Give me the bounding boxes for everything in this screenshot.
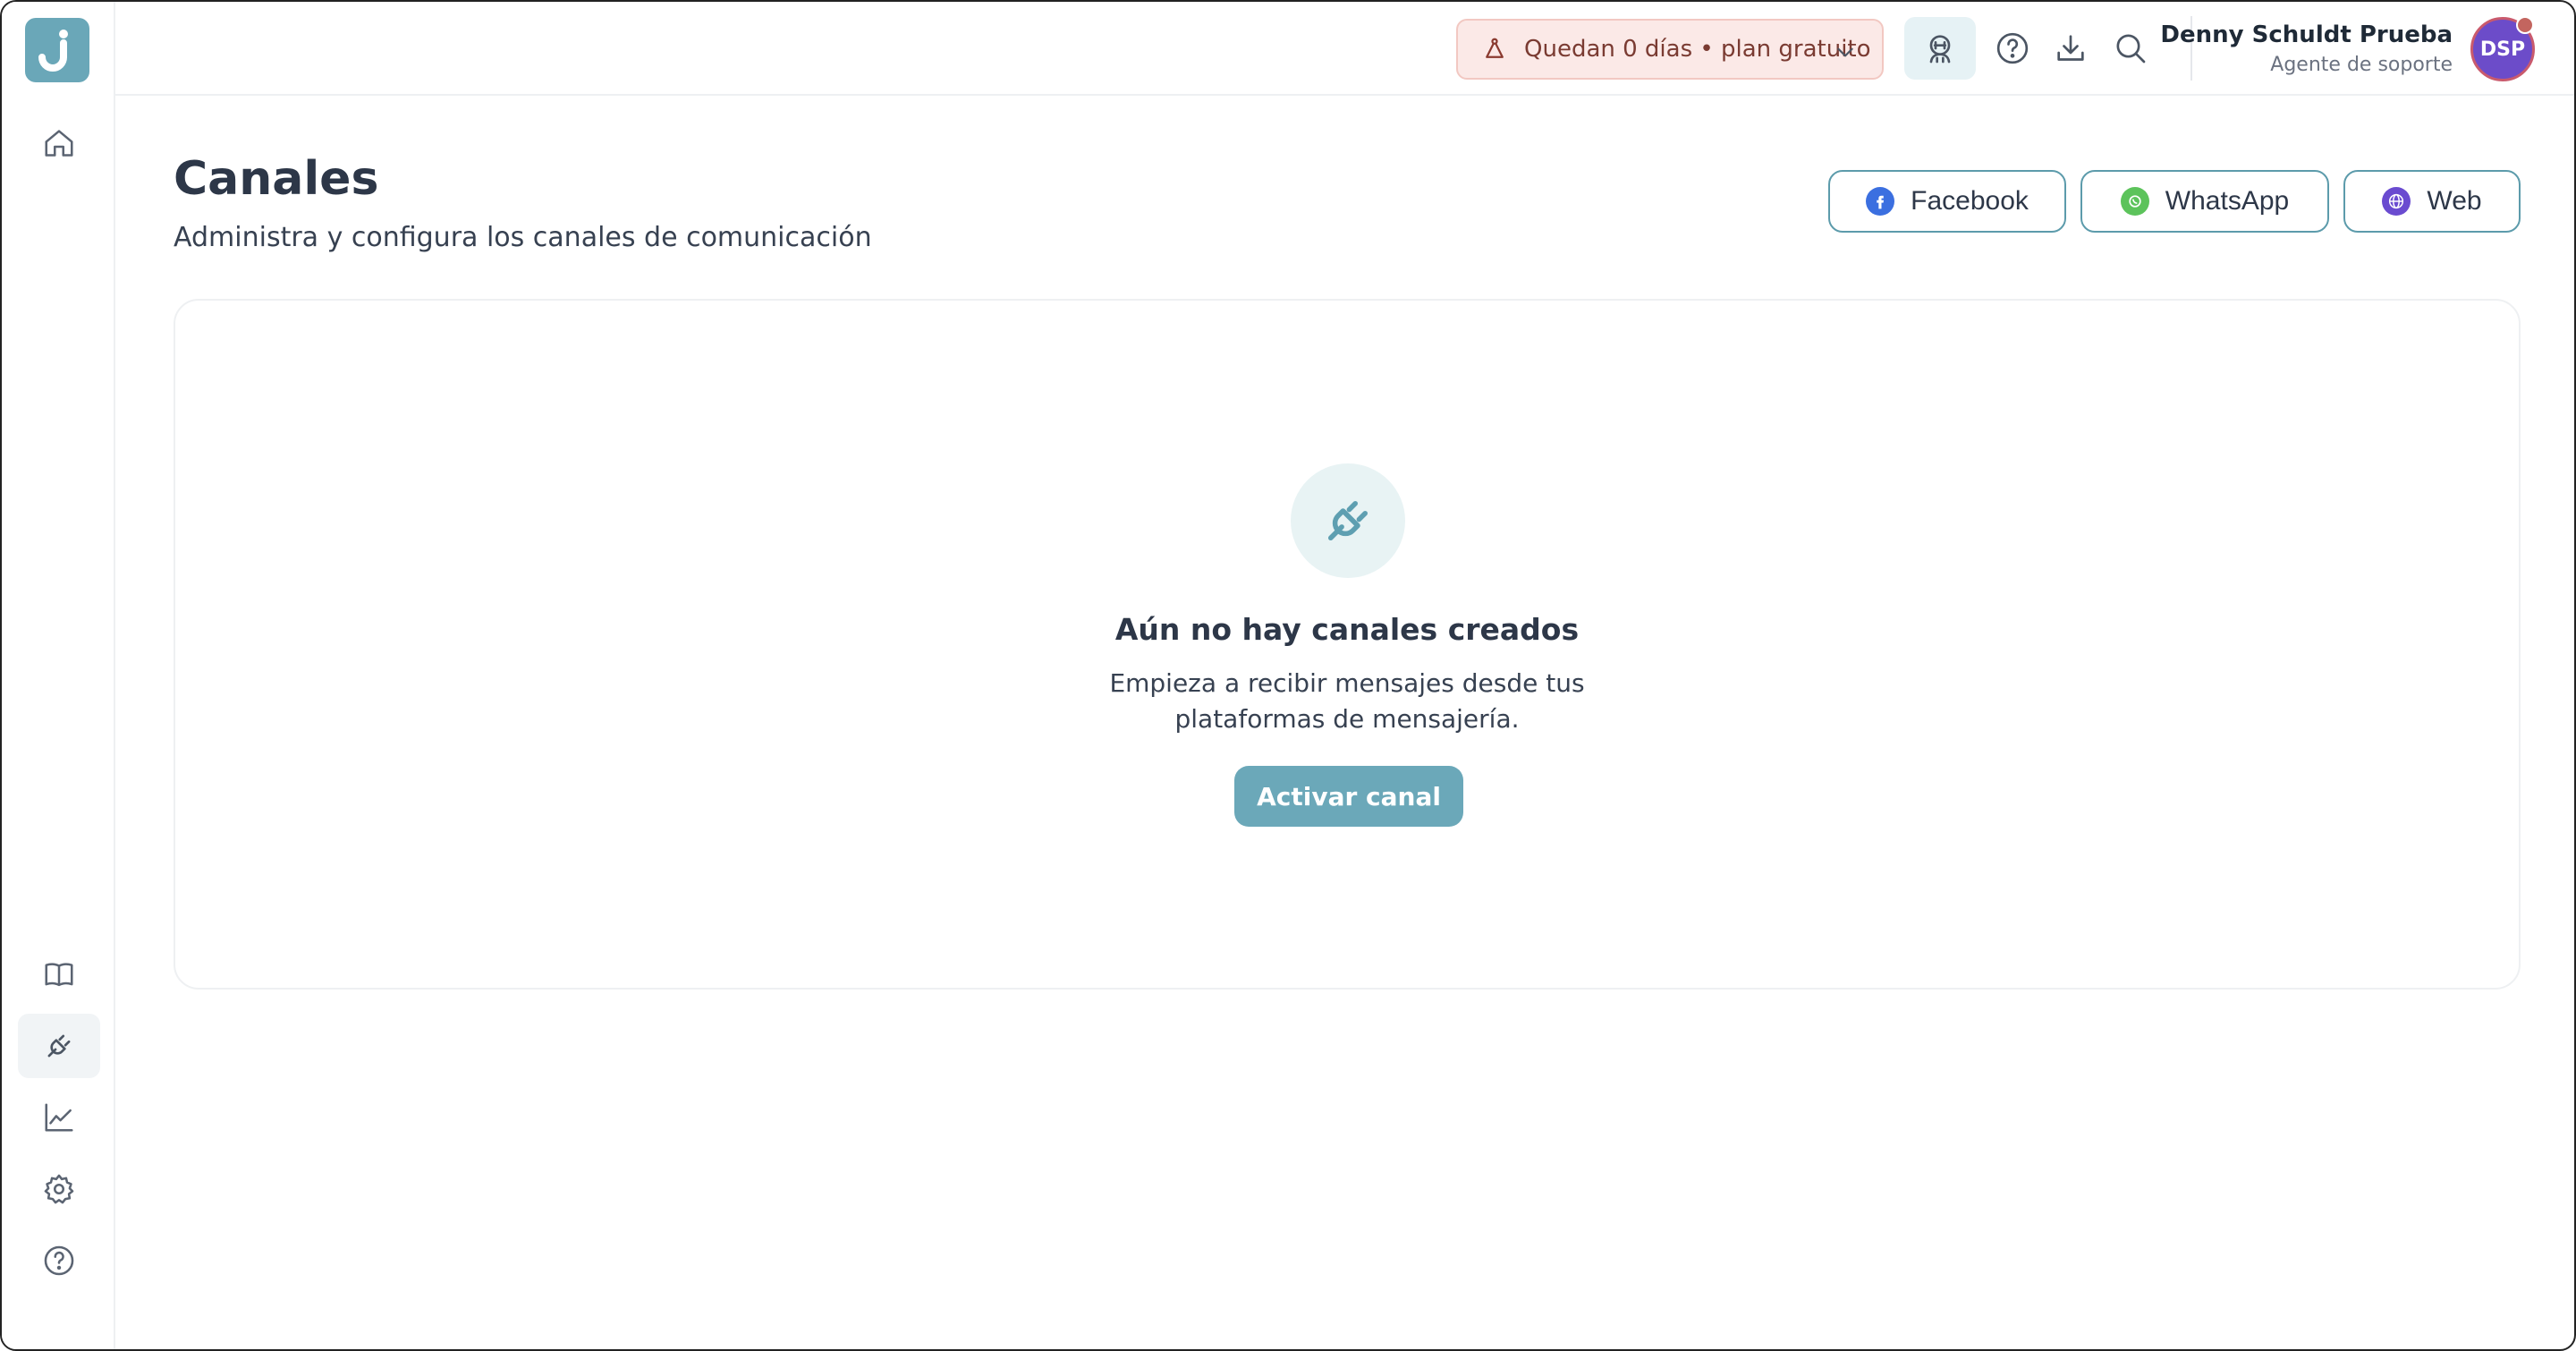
empty-state-title: Aún no hay canales creados — [1114, 612, 1580, 647]
plan-warning-icon — [1486, 38, 1504, 58]
globe-icon — [2382, 187, 2411, 216]
plug-icon — [47, 1034, 71, 1058]
sidebar — [2, 2, 115, 1349]
topbar — [115, 2, 2574, 96]
home-icon — [45, 130, 73, 157]
plan-status-text: Quedan 0 días • plan gratuito — [1524, 36, 1871, 63]
web-channel-button[interactable]: Web — [2343, 170, 2521, 233]
gear-icon — [44, 1174, 74, 1204]
app-window: Quedan 0 días • plan gratuito Denny Schu… — [0, 0, 2576, 1351]
notification-dot — [2516, 16, 2534, 34]
help-circle-icon — [44, 1245, 74, 1276]
sidebar-item-channels[interactable] — [18, 1014, 100, 1078]
download-icon[interactable] — [2053, 30, 2089, 66]
web-channel-label: Web — [2427, 186, 2482, 216]
sidebar-item-knowledge[interactable] — [18, 942, 100, 1007]
agent-icon — [1929, 35, 1951, 64]
chart-line-icon — [45, 1103, 73, 1132]
page-title: Canales — [174, 152, 379, 206]
plug-icon — [1328, 501, 1368, 540]
user-name: Denny Schuldt Prueba — [2160, 21, 2453, 48]
avatar-initials: DSP — [2479, 38, 2526, 61]
facebook-channel-button[interactable]: Facebook — [1828, 170, 2066, 233]
globe-glyph — [2389, 193, 2404, 209]
facebook-channel-label: Facebook — [1911, 186, 2029, 216]
chevron-down-icon — [1837, 47, 1853, 57]
agent-button[interactable] — [1904, 17, 1976, 80]
help-icon[interactable] — [1995, 30, 2030, 66]
activate-channel-button[interactable]: Activar canal — [1234, 766, 1463, 827]
facebook-f-glyph — [1877, 195, 1885, 209]
sidebar-item-settings[interactable] — [18, 1157, 100, 1221]
whatsapp-channel-button[interactable]: WhatsApp — [2080, 170, 2329, 233]
page-subtitle: Administra y configura los canales de co… — [174, 222, 872, 253]
logo-icon — [38, 30, 68, 72]
plan-status-dropdown[interactable]: Quedan 0 días • plan gratuito — [1456, 19, 1884, 80]
sidebar-item-analytics[interactable] — [18, 1085, 100, 1150]
empty-state-text: Empieza a recibir mensajes desde tus pla… — [1109, 668, 1585, 734]
whatsapp-glyph — [2129, 195, 2141, 208]
sidebar-item-home[interactable] — [18, 111, 100, 175]
user-role: Agente de soporte — [2270, 54, 2453, 76]
channels-card: Aún no hay canales creados Empieza a rec… — [174, 299, 2521, 990]
search-icon[interactable] — [2113, 30, 2148, 66]
facebook-icon — [1866, 187, 1895, 216]
empty-state-icon — [1291, 463, 1405, 578]
sidebar-item-help[interactable] — [18, 1228, 100, 1293]
whatsapp-icon — [2120, 187, 2149, 216]
book-icon — [45, 963, 73, 987]
whatsapp-channel-label: WhatsApp — [2165, 186, 2290, 216]
app-logo[interactable] — [25, 18, 89, 82]
